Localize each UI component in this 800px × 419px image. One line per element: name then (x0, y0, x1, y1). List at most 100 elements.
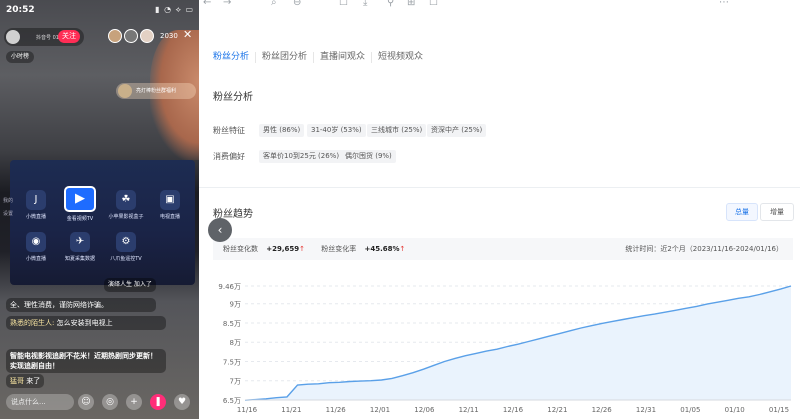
status-time: 20:52 (6, 5, 35, 15)
zoom-in-icon[interactable]: ⌕ (271, 0, 277, 8)
change-count-label: 粉丝变化数 (223, 245, 258, 253)
follow-button[interactable]: 关注 (58, 30, 80, 43)
grid-icon[interactable]: ⊞ (407, 0, 415, 8)
gift-button-icon[interactable]: ❚ (150, 394, 166, 410)
fan-group-banner[interactable]: 亮灯棒粉丝群福利 (116, 83, 196, 99)
app-icon: ✈ (70, 232, 90, 252)
like-icon[interactable]: ♥ (174, 394, 190, 410)
y-tick-label: 7万 (230, 378, 241, 386)
fan-group-text: 亮灯棒粉丝群福利 (136, 88, 177, 94)
app-label: 金看视频TV (66, 216, 94, 222)
analytics-page: ← → ⌕ ⊖ ☐ ⤓ ⚲ ⊞ ☐ ⋯ 粉丝分析 粉丝团分析 直播间观众 短视频… (199, 0, 800, 419)
promo-message: 智能电视影视追剧不花米！近期热剧同步更新！实现追剧自由！ (6, 349, 166, 373)
emoji-icon[interactable]: ☺ (78, 394, 94, 410)
tab-live-audience[interactable]: 直播间观众 (320, 52, 373, 63)
pin-icon[interactable]: ⚲ (387, 0, 394, 8)
x-tick-label: 12/31 (636, 406, 656, 414)
toggle-increase-button[interactable]: 增量 (760, 203, 794, 221)
app-label: 知夏采集数据 (64, 256, 95, 262)
viewer-avatars[interactable] (108, 29, 156, 43)
trend-stats-bar: 粉丝变化数 +29,659↑ 粉丝变化率 +45.68%↑ 统计时间：近2个月（… (213, 238, 793, 260)
chat-text: 怎么安装到电视上 (56, 319, 113, 327)
fan-trend-chart: 6.5万 7万 7.5万 8万 8.5万 9万 9.46万 11/16 11/21 11/26 12… (218, 283, 792, 414)
change-count-value: +29,659 (266, 245, 300, 253)
x-tick-label: 11/26 (326, 406, 347, 414)
y-tick-label: 7.5万 (223, 358, 241, 366)
section-title: 粉丝分析 (213, 92, 253, 103)
tv-app: ☘ 小苹果影视盒子 (106, 190, 146, 220)
app-label: 小微直播 (25, 214, 46, 220)
y-tick-label: 6.5万 (223, 397, 241, 405)
forward-icon[interactable]: → (223, 0, 231, 8)
change-rate-label: 粉丝变化率 (321, 245, 357, 253)
more-icon[interactable]: + (126, 394, 142, 410)
period-text: 统计时间：近2个月（2023/11/16-2024/01/16） (625, 245, 783, 253)
trait-chip: 31-40岁 (53%) (307, 124, 366, 137)
tab-video-audience[interactable]: 短视频观众 (378, 52, 429, 63)
chat-message: 猛哥 来了 (6, 374, 45, 388)
previous-page-button[interactable]: ‹ (208, 218, 232, 242)
x-tick-label: 11/16 (237, 406, 258, 414)
y-tick-label: 8万 (230, 339, 241, 347)
analysis-tabs: 粉丝分析 粉丝团分析 直播间观众 短视频观众 (213, 52, 435, 63)
app-label: 小苹果影视盒子 (108, 214, 144, 220)
app-label: 八爪鱼遥控TV (110, 256, 142, 262)
side-label: 设置 (3, 211, 14, 217)
download-icon[interactable]: ⤓ (363, 0, 367, 8)
share-icon[interactable]: ◎ (102, 394, 118, 410)
tab-fan-group-analysis[interactable]: 粉丝团分析 (262, 52, 315, 63)
tv-app: ▣ 电视直播 (150, 190, 190, 220)
gift-icon (118, 84, 132, 98)
traits-label: 粉丝特征 (213, 126, 245, 135)
viewer-avatar[interactable] (124, 29, 138, 43)
chat-text: 来了 (26, 377, 41, 385)
status-icons: ▮ ◔ ⟡ ▭ (155, 5, 194, 14)
tv-app: ✈ 知夏采集数据 (60, 232, 100, 262)
app-icon: ⚙ (116, 232, 136, 252)
y-tick-label: 9.46万 (218, 283, 241, 291)
copy-icon[interactable]: ☐ (339, 0, 348, 8)
side-label: 我的 (3, 198, 14, 204)
app-icon: ▶ (64, 186, 96, 212)
x-tick-label: 12/26 (592, 406, 613, 414)
browser-toolbar: ← → ⌕ ⊖ ☐ ⤓ ⚲ ⊞ ☐ ⋯ (199, 0, 800, 10)
tv-app: ⚙ 八爪鱼遥控TV (106, 232, 146, 262)
join-message: 演绎人生 加入了 (104, 278, 156, 292)
page-icon[interactable]: ☐ (429, 0, 438, 8)
app-icon: J (26, 190, 46, 210)
x-tick-label: 12/11 (459, 406, 479, 414)
back-icon[interactable]: ← (203, 0, 211, 8)
x-tick-label: 12/01 (370, 406, 390, 414)
tv-app-selected: ▶ 金看视频TV (60, 186, 100, 222)
x-tick-label: 12/21 (547, 406, 567, 414)
viewer-avatar[interactable] (108, 29, 122, 43)
tv-side-menu: 我的 设置 (3, 195, 13, 221)
consumption-label: 消费偏好 (213, 152, 245, 161)
screen: 20:52 ▮ ◔ ⟡ ▭ 抖音号 01 关注 2030 ✕ 小时榜 亮灯棒粉丝… (0, 0, 800, 419)
divider (199, 187, 800, 188)
zoom-out-icon[interactable]: ⊖ (293, 0, 301, 8)
app-icon: ▣ (160, 190, 180, 210)
more-menu-icon[interactable]: ⋯ (719, 0, 729, 8)
phone-status-bar: 20:52 ▮ ◔ ⟡ ▭ (6, 3, 194, 17)
comment-input[interactable]: 说点什么... (6, 394, 74, 410)
chat-message: 熟悉的陌生人: 怎么安装到电视上 (6, 316, 166, 330)
x-tick-label: 01/05 (680, 406, 700, 414)
toggle-total-button[interactable]: 总量 (726, 203, 758, 221)
x-tick-label: 12/06 (414, 406, 435, 414)
app-icon: ◉ (26, 232, 46, 252)
viewer-avatar[interactable] (140, 29, 154, 43)
change-rate-value: +45.68% (364, 245, 400, 253)
x-tick-label: 01/15 (769, 406, 789, 414)
app-label: 电视直播 (159, 214, 180, 220)
trait-chip: 三线城市 (25%) (367, 124, 427, 137)
x-tick-label: 11/21 (281, 406, 301, 414)
tab-fan-analysis[interactable]: 粉丝分析 (213, 52, 257, 63)
close-icon[interactable]: ✕ (183, 28, 192, 41)
hour-rank-badge[interactable]: 小时榜 (6, 51, 35, 63)
live-stream-view: 20:52 ▮ ◔ ⟡ ▭ 抖音号 01 关注 2030 ✕ 小时榜 亮灯棒粉丝… (0, 0, 199, 419)
host-avatar[interactable] (6, 30, 20, 44)
consumption-chip: 偶尔囤货 (9%) (341, 150, 396, 163)
x-tick-label: 12/16 (503, 406, 524, 414)
trait-chip: 男性 (86%) (259, 124, 305, 137)
